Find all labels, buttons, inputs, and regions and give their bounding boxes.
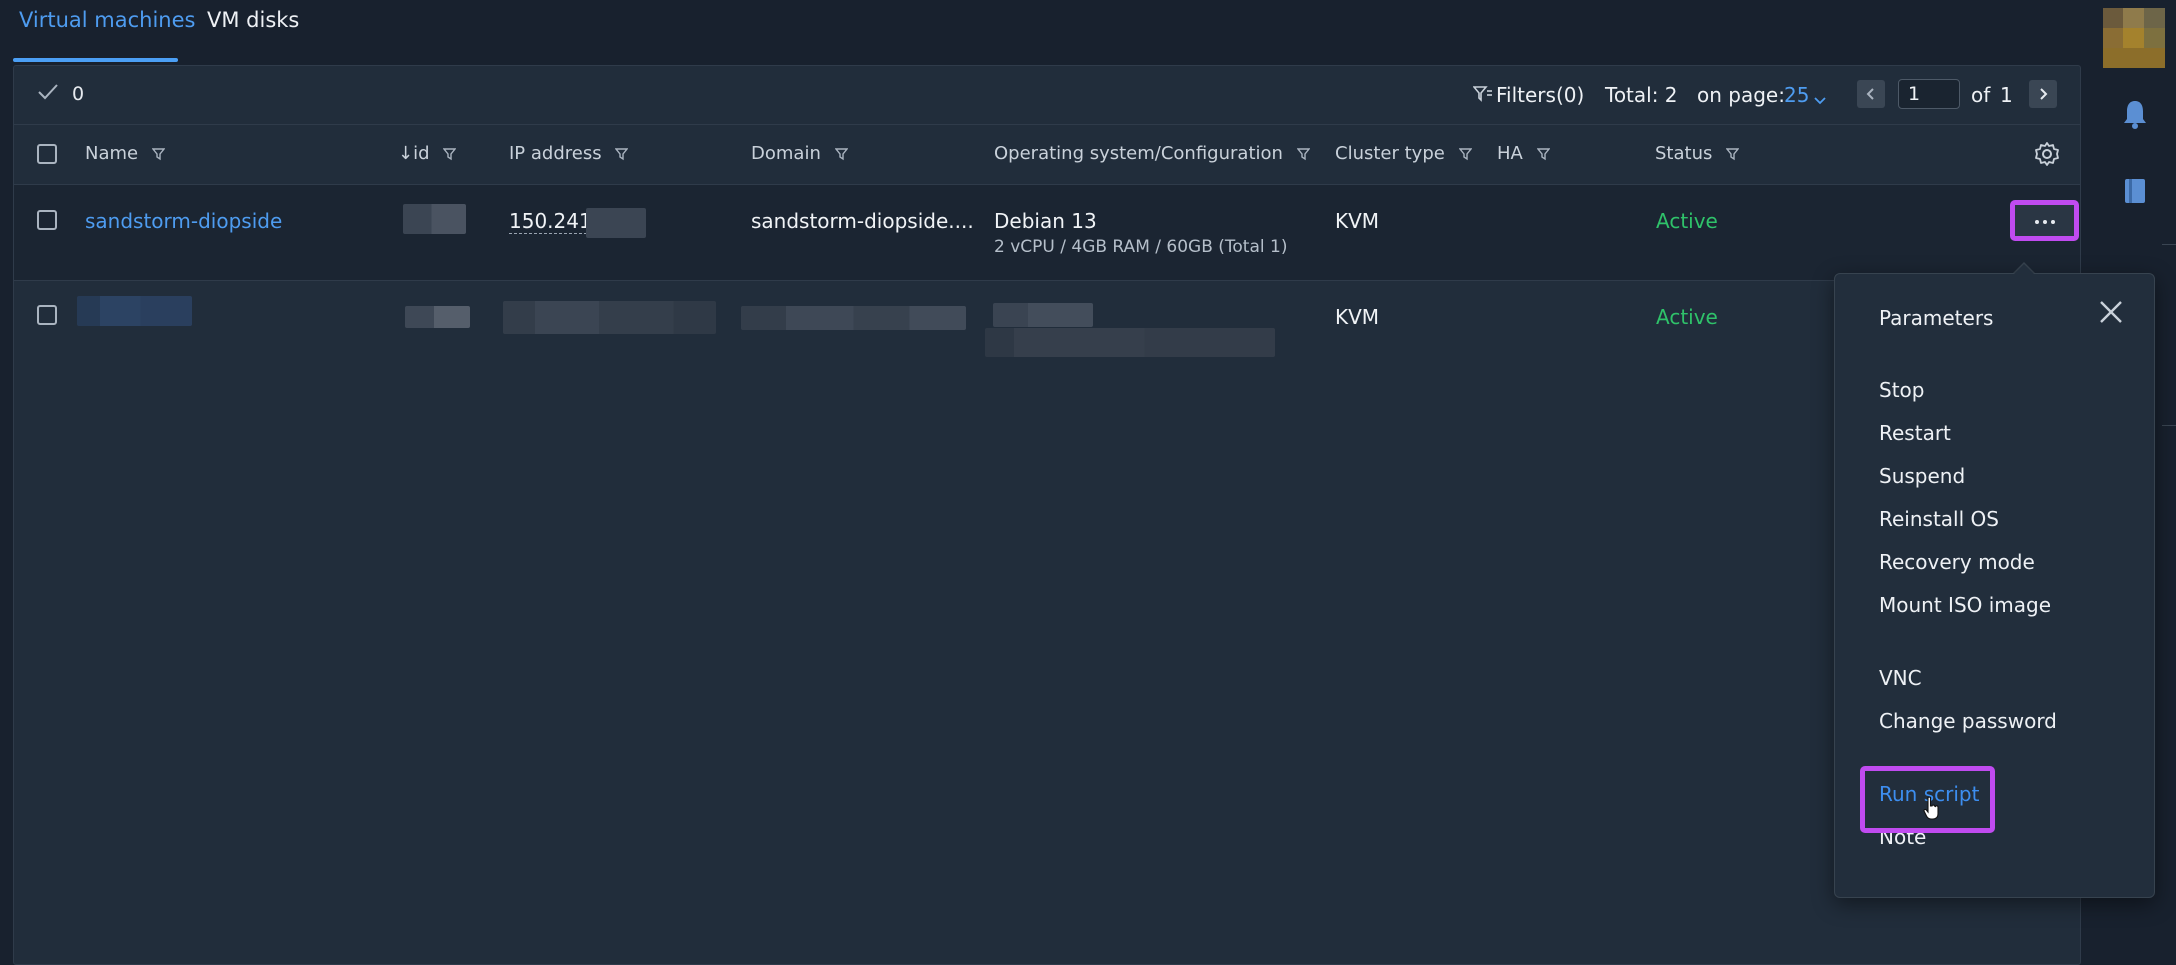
- menu-item-parameters[interactable]: Parameters: [1879, 306, 1993, 330]
- domain-value: sandstorm-diopside....: [751, 209, 974, 233]
- tab-vm-disks[interactable]: VM disks: [207, 8, 299, 32]
- column-label: IP address: [509, 143, 602, 164]
- filter-icon[interactable]: [443, 147, 457, 161]
- column-header-domain[interactable]: Domain: [751, 143, 848, 164]
- menu-item-restart[interactable]: Restart: [1879, 421, 1951, 445]
- row-checkbox[interactable]: [37, 305, 57, 325]
- chevron-down-icon[interactable]: [1813, 91, 1827, 110]
- filter-icon[interactable]: [1296, 147, 1310, 161]
- row-checkbox[interactable]: [37, 210, 57, 230]
- redacted-id: [405, 306, 470, 328]
- ip-address[interactable]: 150.241: [509, 209, 592, 234]
- page-size-select[interactable]: 25: [1784, 83, 1809, 107]
- menu-item-recovery-mode[interactable]: Recovery mode: [1879, 550, 2035, 574]
- column-label: Status: [1655, 143, 1713, 164]
- menu-item-reinstall-os[interactable]: Reinstall OS: [1879, 507, 1999, 531]
- redacted-os: [993, 303, 1093, 327]
- filter-icon[interactable]: [615, 147, 629, 161]
- filter-icon[interactable]: [1536, 147, 1550, 161]
- of-label: of: [1971, 83, 1991, 107]
- menu-item-note[interactable]: Note: [1879, 825, 1926, 849]
- redacted-ip: [586, 208, 646, 238]
- column-header-name[interactable]: Name: [85, 143, 165, 164]
- column-header-id[interactable]: ↓id: [398, 143, 457, 164]
- column-header-os[interactable]: Operating system/Configuration: [994, 143, 1310, 164]
- cluster-type-value: KVM: [1335, 209, 1380, 233]
- menu-item-change-password[interactable]: Change password: [1879, 709, 2057, 733]
- column-label: id: [413, 143, 430, 164]
- selected-count: 0: [72, 83, 85, 105]
- filter-icon[interactable]: [834, 147, 848, 161]
- cluster-type-value: KVM: [1335, 305, 1380, 329]
- column-header-cluster-type[interactable]: Cluster type: [1335, 143, 1472, 164]
- redacted-ip: [503, 301, 716, 334]
- chevron-right-icon: [2040, 88, 2048, 100]
- gear-icon[interactable]: [2034, 141, 2060, 171]
- filters-button[interactable]: Filters(0): [1496, 83, 1584, 107]
- select-all-checkbox[interactable]: [37, 144, 57, 164]
- menu-item-mount-iso[interactable]: Mount ISO image: [1879, 593, 2051, 617]
- column-label: Cluster type: [1335, 143, 1445, 164]
- active-tab-underline: [13, 58, 178, 62]
- check-icon: [37, 83, 59, 105]
- redacted-name: [77, 296, 192, 326]
- next-page-button[interactable]: [2029, 80, 2057, 108]
- hand-cursor-icon: [1923, 796, 1941, 824]
- vm-name-link[interactable]: sandstorm-diopside: [85, 209, 282, 233]
- close-icon[interactable]: [2098, 299, 2124, 329]
- row-actions-button[interactable]: [2013, 203, 2077, 240]
- chevron-left-icon: [1866, 88, 1874, 100]
- total-count: Total: 2: [1605, 83, 1678, 107]
- redacted-config: [985, 328, 1275, 357]
- rail-divider: [2162, 425, 2176, 426]
- column-label: HA: [1497, 143, 1523, 164]
- more-icon: [2035, 219, 2055, 224]
- redacted-id: [403, 204, 466, 234]
- config-value: 2 vCPU / 4GB RAM / 60GB (Total 1): [994, 237, 1288, 257]
- os-value: Debian 13: [994, 209, 1097, 233]
- status-badge: Active: [1656, 305, 1718, 329]
- prev-page-button[interactable]: [1857, 80, 1885, 108]
- menu-item-suspend[interactable]: Suspend: [1879, 464, 1965, 488]
- bell-icon[interactable]: [2122, 98, 2148, 134]
- menu-pointer: [2013, 264, 2035, 275]
- column-label: Name: [85, 143, 139, 164]
- book-icon[interactable]: [2122, 176, 2148, 210]
- filter-icon[interactable]: [1458, 147, 1472, 161]
- tab-virtual-machines[interactable]: Virtual machines: [19, 8, 195, 32]
- filter-icon[interactable]: [1726, 147, 1740, 161]
- column-label: Operating system/Configuration: [994, 143, 1283, 164]
- column-header-status[interactable]: Status: [1655, 143, 1740, 164]
- filter-icon[interactable]: [151, 147, 165, 161]
- column-header-ip[interactable]: IP address: [509, 143, 629, 164]
- redacted-domain: [741, 306, 966, 330]
- toolbar-divider: [14, 124, 2080, 125]
- avatar[interactable]: [2103, 8, 2165, 68]
- page-number-input[interactable]: [1898, 79, 1960, 109]
- sort-arrow-icon: ↓: [398, 143, 414, 164]
- status-badge: Active: [1656, 209, 1718, 233]
- row-divider: [14, 280, 2080, 281]
- total-pages: 1: [2000, 83, 2013, 107]
- menu-item-vnc[interactable]: VNC: [1879, 666, 1922, 690]
- on-page-label: on page:: [1697, 83, 1785, 107]
- rail-divider: [2162, 244, 2176, 245]
- column-header-ha[interactable]: HA: [1497, 143, 1550, 164]
- menu-item-stop[interactable]: Stop: [1879, 378, 1924, 402]
- column-label: Domain: [751, 143, 821, 164]
- vm-table-panel: [13, 65, 2081, 965]
- filter-icon[interactable]: [1472, 85, 1493, 107]
